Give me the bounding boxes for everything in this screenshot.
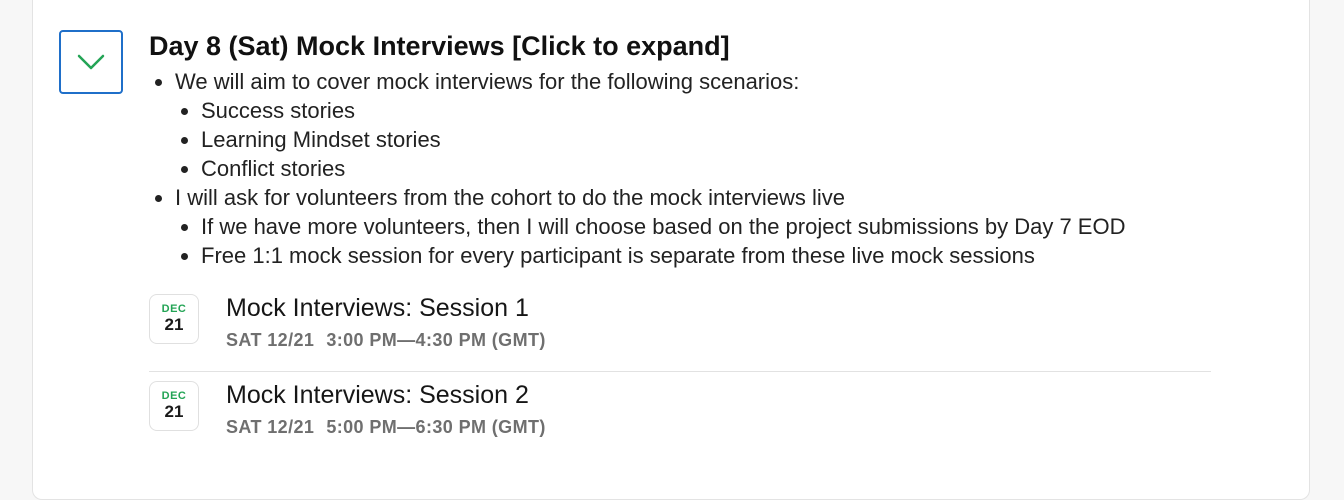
list-item: Success stories (201, 96, 1289, 125)
description-list: We will aim to cover mock interviews for… (149, 67, 1289, 270)
event-date: SAT 12/21 (226, 330, 315, 350)
event-time: 5:00 PM—6:30 PM (GMT) (326, 417, 546, 437)
calendar-date-badge: DEC 21 (149, 381, 199, 431)
section-title[interactable]: Day 8 (Sat) Mock Interviews [Click to ex… (149, 30, 730, 62)
list-item: If we have more volunteers, then I will … (201, 212, 1289, 241)
divider (149, 371, 1211, 372)
list-item: Conflict stories (201, 154, 1289, 183)
date-month: DEC (161, 390, 187, 402)
calendar-date-badge: DEC 21 (149, 294, 199, 344)
list-item: Learning Mindset stories (201, 125, 1289, 154)
event-datetime: SAT 12/21 3:00 PM—4:30 PM (GMT) (226, 329, 546, 351)
chevron-down-icon (77, 54, 105, 70)
agenda-card: Day 8 (Sat) Mock Interviews [Click to ex… (32, 0, 1310, 500)
expand-toggle-button[interactable] (59, 30, 123, 94)
event-time: 3:00 PM—4:30 PM (GMT) (326, 330, 546, 350)
date-day: 21 (164, 402, 184, 421)
list-item: We will aim to cover mock interviews for… (175, 67, 1289, 183)
date-day: 21 (164, 315, 184, 334)
event-session-2[interactable]: DEC 21 Mock Interviews: Session 2 SAT 12… (149, 381, 1211, 457)
event-session-1[interactable]: DEC 21 Mock Interviews: Session 1 SAT 12… (149, 294, 1211, 370)
list-item: Free 1:1 mock session for every particip… (201, 241, 1289, 270)
event-title[interactable]: Mock Interviews: Session 1 (226, 292, 529, 324)
date-month: DEC (161, 303, 187, 315)
event-title[interactable]: Mock Interviews: Session 2 (226, 379, 529, 411)
event-datetime: SAT 12/21 5:00 PM—6:30 PM (GMT) (226, 416, 546, 438)
event-date: SAT 12/21 (226, 417, 315, 437)
list-item: I will ask for volunteers from the cohor… (175, 183, 1289, 270)
